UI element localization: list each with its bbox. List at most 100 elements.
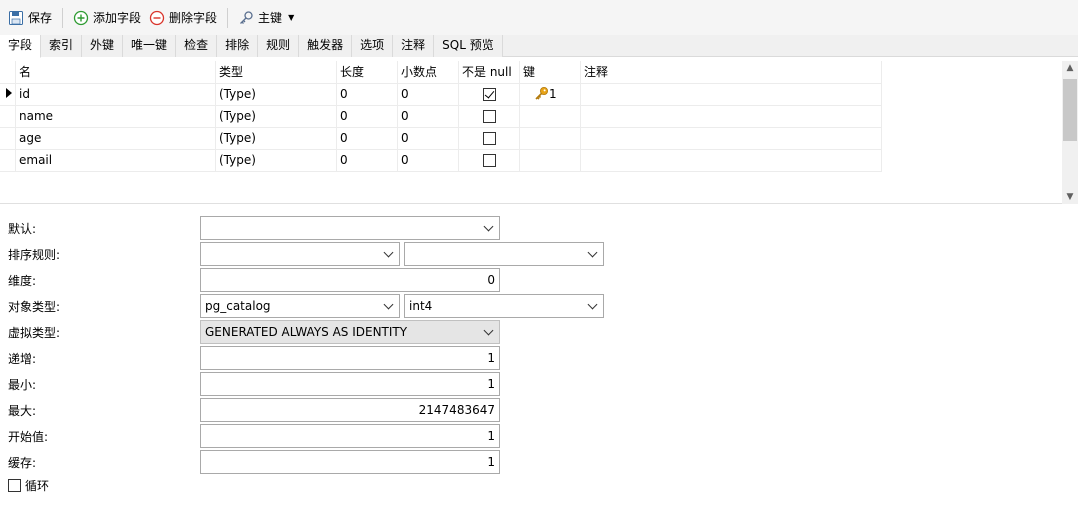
start-value-label: 开始值:	[8, 430, 49, 444]
min-value: 1	[487, 377, 495, 391]
collation-select[interactable]	[404, 242, 604, 266]
field-decimal-cell[interactable]: 0	[397, 127, 459, 150]
current-row-indicator-icon	[0, 83, 16, 106]
not-null-cell[interactable]	[458, 149, 520, 172]
tab-comment[interactable]: 注释	[393, 35, 435, 57]
object-type-select[interactable]: int4	[404, 294, 604, 318]
dropdown-arrow-icon[interactable]: ▼	[288, 13, 294, 22]
field-decimal-cell[interactable]: 0	[397, 105, 459, 128]
field-decimal-cell[interactable]: 0	[397, 149, 459, 172]
chevron-down-icon	[587, 299, 598, 309]
tab-triggers[interactable]: 触发器	[299, 35, 353, 57]
key-cell[interactable]	[519, 127, 581, 150]
column-header-type[interactable]: 类型	[215, 61, 337, 84]
not-null-checkbox[interactable]	[482, 154, 496, 167]
not-null-cell[interactable]	[458, 127, 520, 150]
field-length-cell[interactable]: 0	[336, 105, 398, 128]
primary-key-button[interactable]: 主键 ▼	[234, 6, 298, 30]
start-value-input[interactable]: 1	[200, 424, 500, 448]
field-length-cell[interactable]: 0	[336, 149, 398, 172]
max-input[interactable]: 2147483647	[200, 398, 500, 422]
object-type-schema-select[interactable]: pg_catalog	[200, 294, 400, 318]
field-type-cell[interactable]: (Type)	[215, 83, 337, 106]
table-row[interactable]: age (Type) 0 0	[0, 127, 882, 150]
add-field-button[interactable]: 添加字段	[69, 6, 145, 30]
cache-label: 缓存:	[8, 456, 37, 470]
object-type-schema-value: pg_catalog	[205, 299, 271, 313]
not-null-checkbox[interactable]	[482, 132, 496, 145]
min-input[interactable]: 1	[200, 372, 500, 396]
column-header-comment[interactable]: 注释	[580, 61, 882, 84]
dimension-input[interactable]: 0	[200, 268, 500, 292]
table-row[interactable]: id (Type) 0 0 1	[0, 83, 882, 106]
tab-indexes[interactable]: 索引	[41, 35, 83, 57]
tab-checks[interactable]: 检查	[176, 35, 218, 57]
tab-options[interactable]: 选项	[352, 35, 394, 57]
grid-vertical-scrollbar[interactable]: ▲ ▼	[1062, 61, 1078, 204]
not-null-checkbox[interactable]	[482, 110, 496, 123]
tab-rules[interactable]: 规则	[258, 35, 300, 57]
not-null-cell[interactable]	[458, 83, 520, 106]
field-decimal-cell[interactable]: 0	[397, 83, 459, 106]
remove-circle-icon	[149, 10, 165, 26]
start-value: 1	[487, 429, 495, 443]
field-type-cell[interactable]: (Type)	[215, 105, 337, 128]
tab-sql-preview[interactable]: SQL 预览	[434, 35, 503, 57]
delete-field-button[interactable]: 删除字段	[145, 6, 221, 30]
cycle-checkbox[interactable]	[8, 479, 21, 492]
add-field-label: 添加字段	[93, 11, 142, 25]
column-header-not-null[interactable]: 不是 null	[458, 61, 520, 84]
virtual-type-select[interactable]: GENERATED ALWAYS AS IDENTITY	[200, 320, 500, 344]
field-comment-cell[interactable]	[580, 149, 882, 172]
tab-fields[interactable]: 字段	[0, 35, 42, 58]
field-length-cell[interactable]: 0	[336, 127, 398, 150]
tab-foreign-keys[interactable]: 外键	[82, 35, 124, 57]
chevron-down-icon	[383, 299, 394, 309]
not-null-checkbox[interactable]	[482, 88, 496, 101]
tab-unique-keys[interactable]: 唯一键	[123, 35, 177, 57]
min-label: 最小:	[8, 378, 37, 392]
field-comment-cell[interactable]	[580, 83, 882, 106]
increment-input[interactable]: 1	[200, 346, 500, 370]
toolbar-divider	[62, 7, 64, 28]
save-button[interactable]: 保存	[4, 6, 56, 30]
field-name-cell[interactable]: id	[15, 83, 216, 106]
cycle-option[interactable]: 循环	[8, 477, 49, 494]
collation-label: 排序规则:	[8, 248, 61, 262]
table-row[interactable]: email (Type) 0 0	[0, 149, 882, 172]
cache-input[interactable]: 1	[200, 450, 500, 474]
field-type-cell[interactable]: (Type)	[215, 127, 337, 150]
table-header-row: 名 类型 长度 小数点 不是 null 键 注释	[0, 61, 882, 84]
cache-value: 1	[487, 455, 495, 469]
table-row[interactable]: name (Type) 0 0	[0, 105, 882, 128]
scrollbar-thumb[interactable]	[1063, 79, 1077, 141]
key-icon	[238, 10, 254, 26]
toolbar: 保存 添加字段 删除字段 主键 ▼	[0, 0, 1078, 35]
increment-label: 递增:	[8, 352, 37, 366]
collation-schema-select[interactable]	[200, 242, 400, 266]
field-name-cell[interactable]: email	[15, 149, 216, 172]
chevron-down-icon	[587, 247, 598, 257]
key-cell[interactable]: 1	[519, 83, 581, 106]
column-header-name[interactable]: 名	[15, 61, 216, 84]
virtual-type-value: GENERATED ALWAYS AS IDENTITY	[205, 325, 408, 339]
field-comment-cell[interactable]	[580, 127, 882, 150]
default-select[interactable]	[200, 216, 500, 240]
object-type-value: int4	[409, 299, 433, 313]
scroll-down-icon[interactable]: ▼	[1062, 190, 1078, 204]
field-length-cell[interactable]: 0	[336, 83, 398, 106]
field-comment-cell[interactable]	[580, 105, 882, 128]
column-header-key[interactable]: 键	[519, 61, 581, 84]
field-name-cell[interactable]: name	[15, 105, 216, 128]
field-type-cell[interactable]: (Type)	[215, 149, 337, 172]
scroll-up-icon[interactable]: ▲	[1062, 61, 1078, 75]
key-cell[interactable]	[519, 105, 581, 128]
key-cell[interactable]	[519, 149, 581, 172]
column-header-decimal[interactable]: 小数点	[397, 61, 459, 84]
field-name-cell[interactable]: age	[15, 127, 216, 150]
tab-excludes[interactable]: 排除	[217, 35, 259, 57]
column-header-length[interactable]: 长度	[336, 61, 398, 84]
primary-key-label: 主键	[258, 11, 283, 25]
not-null-cell[interactable]	[458, 105, 520, 128]
max-value: 2147483647	[418, 403, 495, 417]
